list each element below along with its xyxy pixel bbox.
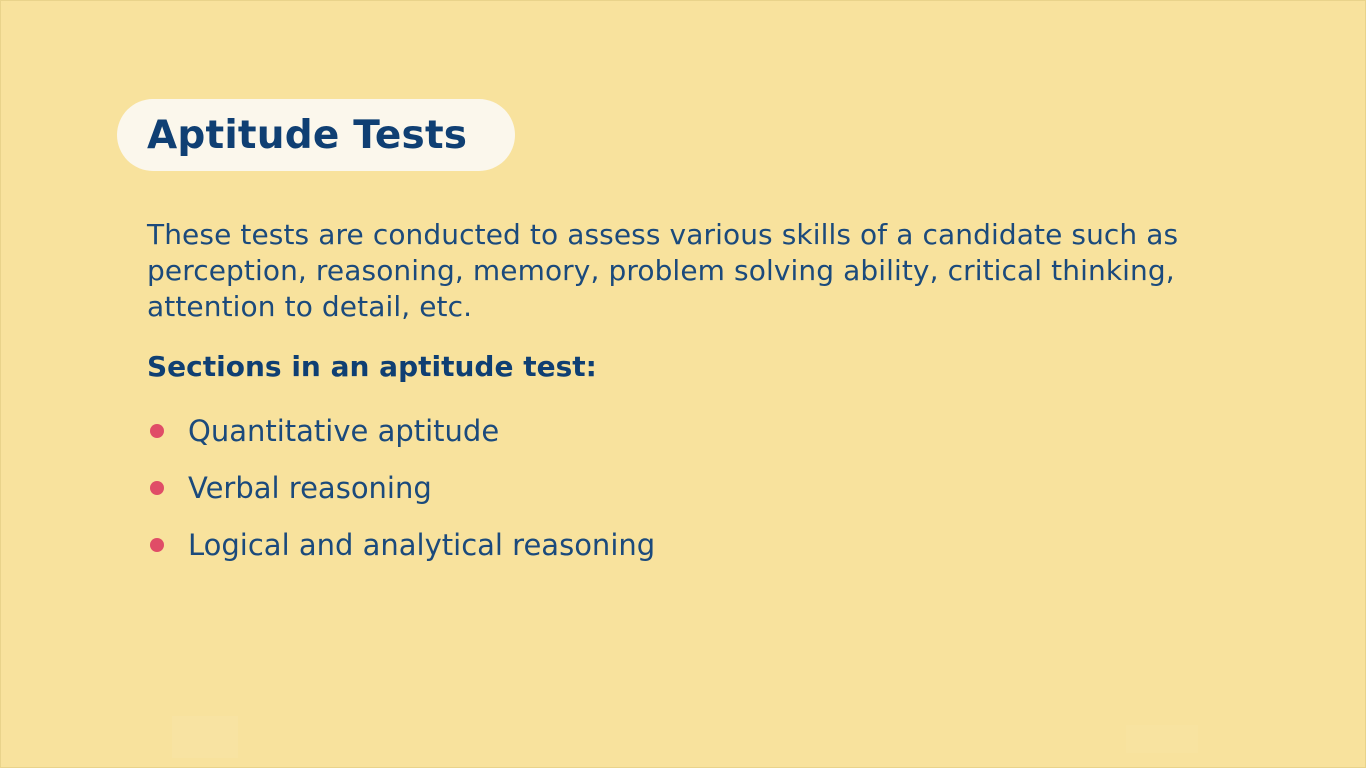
footer-shade [172, 716, 238, 758]
bullet-dot-icon [150, 480, 164, 495]
bullet-text: Quantitative aptitude [188, 413, 500, 448]
footer-shade [1126, 725, 1198, 753]
title-pill: Aptitude Tests [117, 99, 515, 171]
list-item: Logical and analytical reasoning [147, 516, 847, 573]
slide-title: Aptitude Tests [147, 112, 468, 158]
sections-heading: Sections in an aptitude test: [147, 350, 597, 383]
intro-paragraph: These tests are conducted to assess vari… [147, 218, 1179, 323]
bullet-text: Logical and analytical reasoning [188, 527, 656, 562]
bullet-dot-icon [150, 423, 164, 438]
list-item: Verbal reasoning [147, 459, 847, 516]
bullet-text: Verbal reasoning [188, 470, 432, 505]
bullet-dot-icon [150, 537, 164, 552]
section-bullet-list: Quantitative aptitude Verbal reasoning L… [147, 402, 847, 573]
slide: Aptitude Tests These tests are conducted… [0, 0, 1366, 768]
list-item: Quantitative aptitude [147, 402, 847, 459]
